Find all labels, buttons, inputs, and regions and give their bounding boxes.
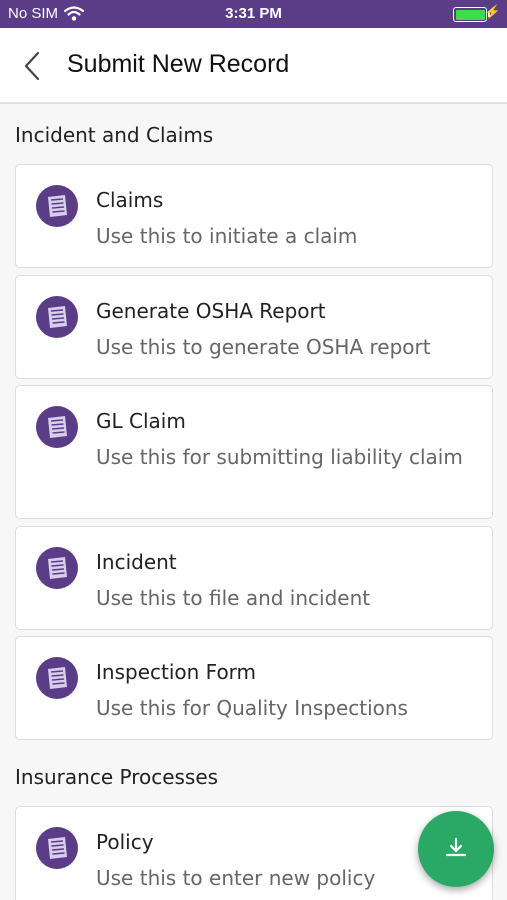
record-type-incident[interactable]: Incident Use this to file and incident [15, 526, 493, 630]
status-bar: No SIM 3:31 PM ⚡ [0, 0, 507, 28]
item-description: Use this to initiate a claim [96, 224, 358, 248]
record-type-inspection-form[interactable]: Inspection Form Use this for Quality Ins… [15, 636, 493, 740]
item-description: Use this for Quality Inspections [96, 696, 408, 720]
item-description: Use this to enter new policy [96, 866, 376, 890]
page-title: Submit New Record [67, 50, 290, 78]
document-icon [36, 185, 78, 227]
nav-bar: Submit New Record [0, 28, 507, 104]
download-button[interactable] [418, 811, 494, 887]
document-icon [36, 657, 78, 699]
chevron-left-icon[interactable] [14, 46, 54, 86]
document-icon [36, 827, 78, 869]
record-type-claims[interactable]: Claims Use this to initiate a claim [15, 164, 493, 268]
document-icon [36, 406, 78, 448]
record-type-gl-claim[interactable]: GL Claim Use this for submitting liabili… [15, 385, 493, 519]
item-title: Incident [96, 550, 177, 574]
section-title-insurance-processes: Insurance Processes [15, 765, 219, 789]
charging-icon: ⚡ [484, 4, 501, 19]
document-icon [36, 547, 78, 589]
battery-icon [453, 7, 490, 22]
record-type-generate-osha-report[interactable]: Generate OSHA Report Use this to generat… [15, 275, 493, 379]
item-title: Policy [96, 830, 154, 854]
clock: 3:31 PM [225, 5, 282, 22]
document-icon [36, 296, 78, 338]
item-description: Use this to generate OSHA report [96, 335, 431, 359]
item-title: Generate OSHA Report [96, 299, 326, 323]
item-title: GL Claim [96, 409, 186, 433]
item-description: Use this to file and incident [96, 586, 371, 610]
item-title: Inspection Form [96, 660, 257, 684]
item-title: Claims [96, 188, 164, 212]
download-icon [445, 837, 467, 857]
item-description: Use this for submitting liability claim [96, 445, 463, 469]
section-title-incident-and-claims: Incident and Claims [15, 123, 214, 147]
